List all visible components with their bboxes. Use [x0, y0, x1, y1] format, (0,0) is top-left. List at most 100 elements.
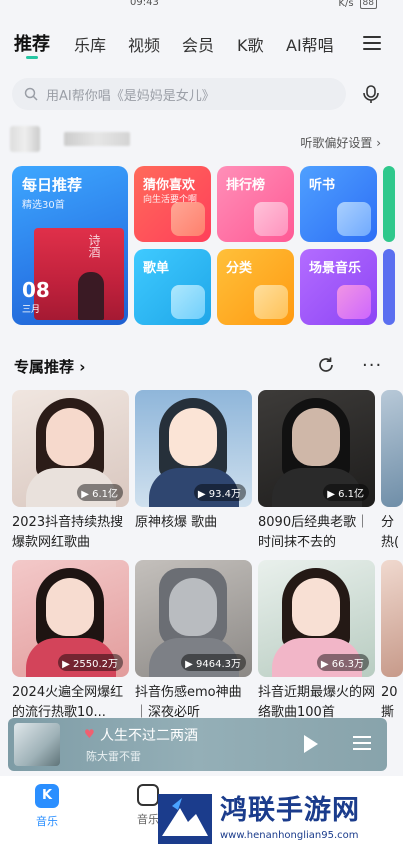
feature-decoration	[171, 285, 205, 319]
playlist-card[interactable]: ▶ 9464.3万 抖音伤感emo神曲｜深夜必听	[135, 560, 252, 723]
feature-guess-you-like[interactable]: 猜你喜欢 向生活要个啊	[134, 166, 211, 242]
cover-face	[292, 408, 340, 466]
music-k-icon: K	[35, 784, 59, 808]
now-playing-cover	[14, 723, 60, 766]
search-icon	[24, 87, 38, 101]
playlist-title: 抖音近期最爆火的网络歌曲100首	[258, 685, 375, 720]
heart-icon[interactable]: ♥	[84, 727, 95, 741]
play-count: ▶ 93.4万	[193, 484, 246, 501]
feature-category[interactable]: 分类	[217, 249, 294, 325]
playlist-cover: ▶ 9464.3万	[135, 560, 252, 677]
daily-month: 三月	[22, 305, 41, 315]
daily-title: 每日推荐	[22, 176, 83, 194]
playlist-title: 2023抖音持续热搜爆款网红歌曲	[12, 515, 124, 550]
daily-subtitle: 精选30首	[22, 200, 65, 211]
playlist-title: 原神核爆 歌曲	[135, 515, 218, 530]
playlist-title: 分 热(	[381, 515, 400, 550]
status-bar: 09:43 K/s 88	[0, 0, 403, 14]
play-count: ▶ 6.1亿	[77, 484, 123, 501]
more-icon[interactable]: ···	[362, 357, 382, 375]
play-count: ▶ 6.1亿	[323, 484, 369, 501]
feature-charts[interactable]: 排行榜	[217, 166, 294, 242]
playlist-queue-icon[interactable]	[353, 736, 371, 752]
menu-icon[interactable]	[363, 36, 381, 50]
nav-music[interactable]: K 音乐	[33, 784, 61, 829]
playlist-cover: ▶ 6.1亿	[258, 390, 375, 507]
playlist-card-partial[interactable]: 分 热(	[381, 390, 403, 553]
playlist-cover	[381, 390, 403, 507]
play-count: ▶ 9464.3万	[181, 654, 246, 671]
battery-icon: 88	[359, 0, 377, 9]
section-title[interactable]: 专属推荐 ›	[14, 356, 85, 377]
feature-title: 场景音乐	[309, 261, 362, 276]
mini-player[interactable]: ♥ 人生不过二两酒 陈大雷不雷	[8, 718, 387, 771]
daily-recommend-card[interactable]: 每日推荐 精选30首 诗酒 08 三月	[12, 166, 128, 325]
active-tab-indicator	[26, 56, 38, 59]
playlist-title: 8090后经典老歌｜时间抹不去的	[258, 515, 370, 550]
playlist-cover: ▶ 66.3万	[258, 560, 375, 677]
cover-face	[292, 578, 340, 636]
now-playing-artist: 陈大雷不雷	[86, 750, 141, 763]
playlist-cover: ▶ 93.4万	[135, 390, 252, 507]
cover-face	[169, 578, 217, 636]
play-count: ▶ 66.3万	[316, 654, 369, 671]
status-indicators: K/s 88	[338, 0, 377, 9]
playlist-card[interactable]: ▶ 6.1亿 2023抖音持续热搜爆款网红歌曲	[12, 390, 129, 553]
now-playing-song: 人生不过二两酒	[100, 728, 198, 744]
feature-title: 歌单	[143, 261, 170, 276]
top-tabs: 推荐 乐库 视频 会员 K歌 AI帮唱	[0, 28, 403, 64]
playlist-title: 2024火遍全网爆红的流行热歌10...	[12, 685, 124, 720]
watermark: 鸿联手游网 www.henanhonglian95.com	[150, 786, 403, 849]
playlist-card[interactable]: ▶ 66.3万 抖音近期最爆火的网络歌曲100首	[258, 560, 375, 723]
feature-playlist[interactable]: 歌单	[134, 249, 211, 325]
ai-mic-icon[interactable]	[360, 83, 382, 105]
watermark-url: www.henanhonglian95.com	[220, 830, 359, 841]
search-placeholder: 用AI帮你唱《是妈妈是女儿》	[46, 88, 215, 104]
cover-figure	[78, 272, 104, 320]
playlist-cover	[381, 560, 403, 677]
search-input[interactable]: 用AI帮你唱《是妈妈是女儿》	[12, 78, 346, 110]
playlist-card[interactable]: ▶ 2550.2万 2024火遍全网爆红的流行热歌10...	[12, 560, 129, 723]
watermark-text: 鸿联手游网	[220, 795, 360, 826]
feature-decoration	[337, 202, 371, 236]
play-count: ▶ 2550.2万	[58, 654, 123, 671]
feature-title: 排行榜	[226, 178, 266, 193]
feature-audiobook[interactable]: 听书	[300, 166, 377, 242]
daily-date: 08	[22, 278, 50, 302]
watermark-logo	[158, 794, 212, 844]
feature-decoration	[254, 202, 288, 236]
username-blurred	[64, 132, 130, 146]
feature-title: 听书	[309, 178, 336, 193]
listening-preference-link[interactable]: 听歌偏好设置 ›	[300, 134, 381, 151]
feature-decoration	[254, 285, 288, 319]
playlist-card-partial[interactable]: 20 撕	[381, 560, 403, 723]
user-row: 听歌偏好设置 ›	[10, 126, 393, 156]
status-time: 09:43	[130, 0, 159, 8]
tab-ai-sing[interactable]: AI帮唱	[286, 32, 334, 56]
tab-karaoke[interactable]: K歌	[237, 32, 264, 56]
playlist-card[interactable]: ▶ 93.4万 原神核爆 歌曲	[135, 390, 252, 553]
playlist-card[interactable]: ▶ 6.1亿 8090后经典老歌｜时间抹不去的	[258, 390, 375, 553]
nav-label: 音乐	[36, 815, 58, 828]
feature-decoration	[337, 285, 371, 319]
feature-title: 分类	[226, 261, 253, 276]
refresh-icon[interactable]	[316, 355, 336, 375]
tab-recommend[interactable]: 推荐	[14, 30, 50, 56]
feature-scene-music[interactable]: 场景音乐	[300, 249, 377, 325]
avatar[interactable]	[10, 126, 40, 152]
tab-video[interactable]: 视频	[128, 32, 160, 56]
cover-face	[169, 408, 217, 466]
play-icon[interactable]	[304, 735, 318, 753]
feature-title: 猜你喜欢	[143, 178, 196, 193]
tab-vip[interactable]: 会员	[182, 32, 214, 56]
net-speed: K/s	[338, 0, 354, 9]
tab-library[interactable]: 乐库	[74, 32, 106, 56]
daily-cover-text: 诗酒	[87, 234, 101, 258]
daily-cover-art: 诗酒	[34, 228, 124, 320]
playlist-cover: ▶ 2550.2万	[12, 560, 129, 677]
playlist-title: 20 撕	[381, 685, 398, 720]
cover-face	[46, 408, 94, 466]
feature-partial-2[interactable]	[383, 249, 395, 325]
feature-partial-1[interactable]	[383, 166, 395, 242]
feature-decoration	[171, 202, 205, 236]
